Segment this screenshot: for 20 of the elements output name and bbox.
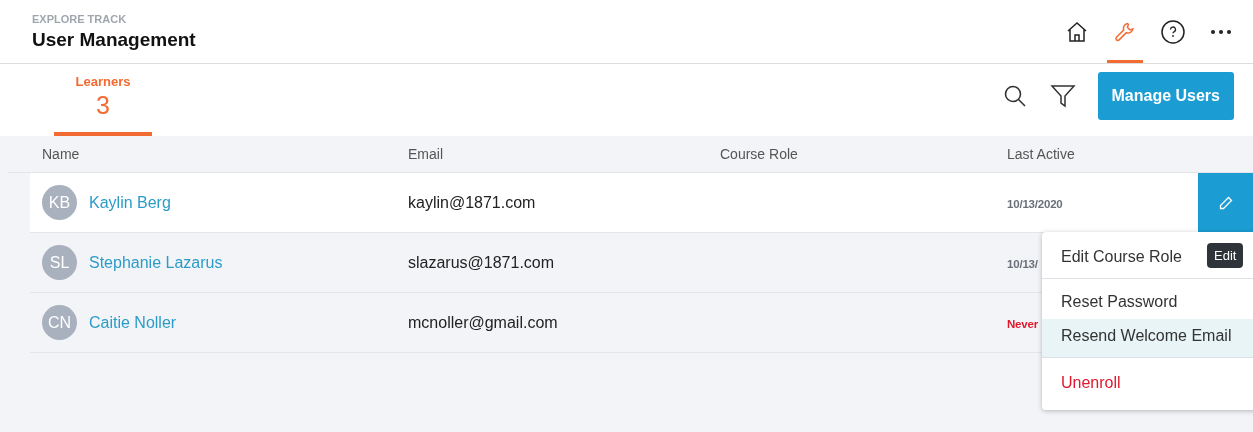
avatar: CN — [42, 305, 77, 340]
last-active-text: 10/13/2020 — [1007, 197, 1063, 210]
avatar: SL — [42, 245, 77, 280]
menu-item[interactable]: Resend Welcome Email — [1042, 319, 1253, 358]
last-active-text: Never — [1007, 317, 1038, 330]
email-text: slazarus@1871.com — [408, 253, 555, 271]
email-text: kaylin@1871.com — [408, 193, 536, 211]
page-title: User Management — [32, 28, 196, 51]
pencil-icon — [1218, 195, 1233, 210]
column-header: Course Role — [720, 146, 799, 162]
column-header: Name — [42, 146, 81, 162]
column-header: Last Active — [1007, 146, 1076, 162]
filter-icon[interactable] — [1049, 83, 1076, 109]
last-active-text: 10/13/ — [1007, 257, 1038, 270]
avatar: KB — [42, 185, 77, 220]
column-header: Email — [408, 146, 444, 162]
menu-item[interactable]: Unenroll — [1042, 364, 1253, 400]
section-label: EXPLORE TRACK — [32, 12, 128, 25]
email-text: mcnoller@gmail.com — [408, 313, 558, 331]
edit-tooltip: Edit — [1207, 243, 1244, 268]
